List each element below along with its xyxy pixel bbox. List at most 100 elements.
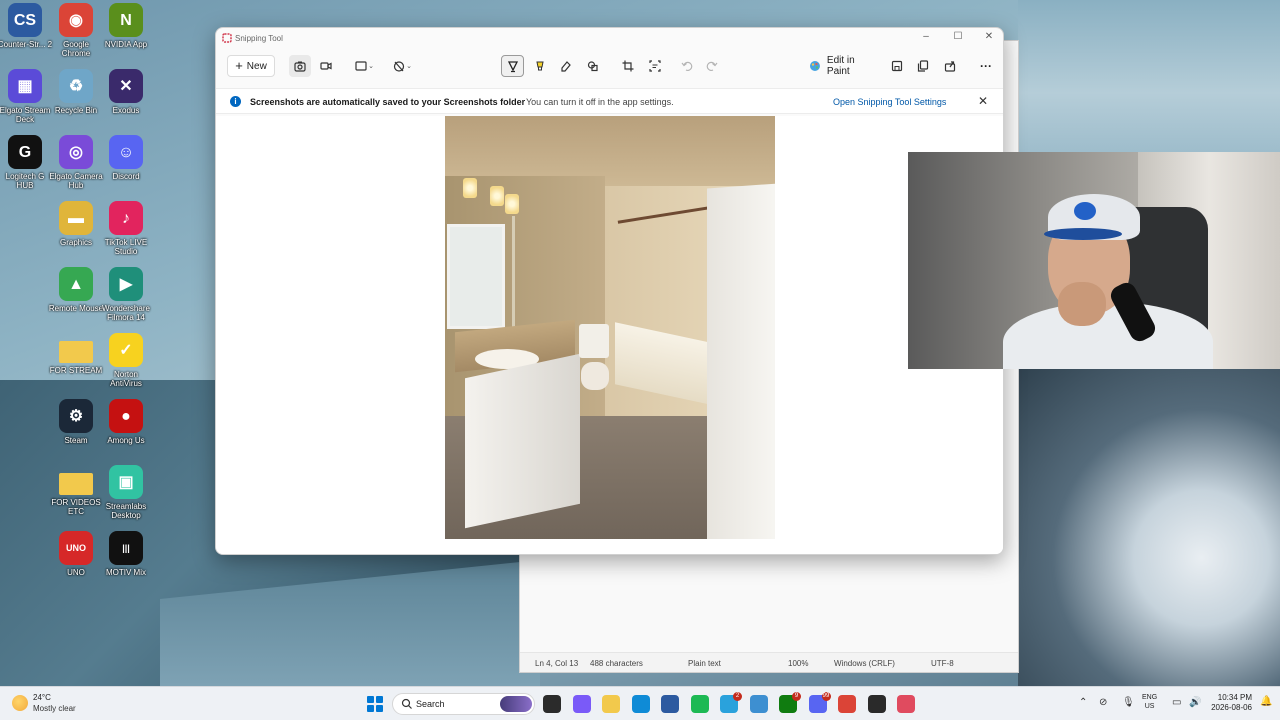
more-icon[interactable]: ···: [976, 55, 996, 77]
weather-temperature[interactable]: 24°C: [33, 693, 51, 702]
new-button-label: New: [246, 60, 267, 72]
notification-bell-icon[interactable]: 🔔: [1260, 696, 1272, 707]
show-hidden-icons[interactable]: ⌃: [1079, 697, 1087, 708]
desktop-icon-wondershare-filmora[interactable]: ▶ Wondershare Filmora 14: [98, 267, 154, 322]
status-position: Ln 4, Col 13: [535, 659, 579, 668]
desktop-icon-discord[interactable]: ☺ Discord: [98, 135, 154, 181]
weather-description[interactable]: Mostly clear: [33, 704, 76, 713]
edge-icon[interactable]: [631, 695, 650, 713]
info-close-icon[interactable]: ✕: [978, 94, 988, 108]
desktop-icon-label: Logitech G HUB: [5, 172, 45, 190]
desktop-icon-remote-mouse[interactable]: ▲ Remote Mouse: [48, 267, 104, 313]
desktop-icon-folder-for-stream[interactable]: FOR STREAM: [48, 333, 104, 375]
maximize-icon[interactable]: ☐: [950, 31, 966, 42]
desktop-icon-recycle-bin[interactable]: ♻ Recycle Bin: [48, 69, 104, 115]
desktop-icon-label: Among Us: [107, 436, 145, 445]
text-actions-icon[interactable]: [644, 55, 666, 77]
desktop-icon-among-us[interactable]: ● Among Us: [98, 399, 154, 445]
desktop-icon-norton-antivirus[interactable]: ✓ Norton AntiVirus: [98, 333, 154, 388]
language-indicator[interactable]: ENG US: [1142, 693, 1157, 711]
desktop-icon-recycle-bin-icon: ♻: [59, 69, 93, 103]
screenshot-canvas[interactable]: [216, 116, 1003, 554]
weather-icon[interactable]: [12, 695, 28, 711]
status-zoom[interactable]: 100%: [788, 659, 808, 668]
telegram-icon[interactable]: 2: [720, 692, 742, 713]
desktop-icon-label: TikTok LIVE Studio: [104, 238, 148, 256]
desktop-icon-graphics[interactable]: ▬ Graphics: [48, 201, 104, 247]
snip-shape-icon[interactable]: ⌄: [350, 55, 378, 77]
chrome-taskbar-icon[interactable]: [838, 695, 856, 713]
desktop-icon-exodus[interactable]: ✕ Exodus: [98, 69, 154, 115]
counter-strike-taskbar-icon[interactable]: [661, 695, 679, 713]
video-mode-icon[interactable]: [315, 55, 337, 77]
file-explorer-icon[interactable]: [602, 695, 620, 713]
highlighter-icon[interactable]: [529, 55, 551, 77]
desktop-icon-motiv-mix[interactable]: ||| MOTIV Mix: [98, 531, 154, 577]
discord-taskbar-icon[interactable]: 99: [808, 692, 831, 713]
delay-timer-icon[interactable]: ⌄: [388, 55, 416, 77]
desktop-icon-elgato-camera-hub[interactable]: ◎ Elgato Camera Hub: [48, 135, 104, 190]
desktop-icon-graphics-icon: ▬: [59, 201, 93, 235]
copilot-icon[interactable]: [572, 695, 591, 713]
desktop-icon-label: FOR STREAM: [49, 366, 103, 375]
status-line-endings: Windows (CRLF): [834, 659, 895, 668]
desktop-icon-label: Elgato Stream Deck: [0, 106, 51, 124]
desktop-icon-elgato-stream-deck-icon: ▦: [8, 69, 42, 103]
task-view-icon[interactable]: [543, 695, 561, 713]
snipping-tool-taskbar-icon[interactable]: [897, 695, 915, 713]
language-line2: US: [1144, 703, 1155, 710]
eraser-icon[interactable]: [555, 55, 577, 77]
desktop-icon-counter-strike-2[interactable]: CS Counter-Str... 2: [0, 3, 53, 49]
xbox-icon[interactable]: 9: [779, 692, 801, 713]
desktop-icon-uno[interactable]: UNO UNO: [48, 531, 104, 577]
snipping-tool-window[interactable]: Snipping Tool – ☐ ✕ + New ⌄ ⌄ Edit in Pa…: [215, 27, 1004, 555]
desktop-icon-tiktok-live-studio[interactable]: ♪ TikTok LIVE Studio: [98, 201, 154, 256]
desktop-icon-steam[interactable]: ⚙ Steam: [48, 399, 104, 445]
microphone-icon[interactable]: 🎙: [1122, 697, 1135, 708]
telegram-badge: 2: [733, 692, 742, 701]
obs-icon[interactable]: [867, 695, 886, 713]
close-icon[interactable]: ✕: [981, 31, 997, 42]
display-icon[interactable]: ▭: [1172, 697, 1181, 708]
info-message: Screenshots are automatically saved to y…: [250, 97, 526, 107]
desktop-icon-streamlabs-desktop[interactable]: ▣ Streamlabs Desktop: [98, 465, 154, 520]
taskbar-search[interactable]: Search: [392, 693, 535, 715]
desktop-icon-logitech-g-hub-icon: G: [8, 135, 42, 169]
status-characters: 488 characters: [590, 659, 643, 668]
redo-icon[interactable]: [702, 55, 722, 77]
spotify-icon[interactable]: [690, 695, 709, 713]
screenshot-mode-icon[interactable]: [289, 55, 311, 77]
desktop-icon-nvidia-app[interactable]: N NVIDIA App: [98, 3, 154, 49]
new-button[interactable]: + New: [227, 55, 275, 77]
webcam-overlay: [908, 152, 1280, 369]
status-encoding: UTF-8: [931, 659, 954, 668]
share-icon[interactable]: [940, 55, 960, 77]
desktop-icon-norton-antivirus-icon: ✓: [109, 333, 143, 367]
window-title: Snipping Tool: [235, 34, 283, 43]
pen-icon[interactable]: [501, 55, 524, 77]
save-icon[interactable]: [887, 55, 907, 77]
wallpaper-rocks: [1018, 360, 1280, 690]
desktop-icon-counter-strike-2-icon: CS: [8, 3, 42, 37]
edit-in-paint-button[interactable]: Edit in Paint: [808, 55, 880, 77]
start-icon[interactable]: [367, 696, 383, 712]
undo-icon[interactable]: [677, 55, 697, 77]
desktop-icon-google-chrome[interactable]: ◉ Google Chrome: [48, 3, 104, 58]
minimize-icon[interactable]: –: [918, 31, 934, 42]
desktop-icon-folder-for-videos[interactable]: FOR VIDEOS ETC: [48, 465, 104, 516]
desktop-icon-elgato-stream-deck[interactable]: ▦ Elgato Stream Deck: [0, 69, 53, 124]
desktop-icon-logitech-g-hub[interactable]: G Logitech G HUB: [0, 135, 53, 190]
plus-icon: +: [235, 58, 243, 73]
notepad-icon[interactable]: [749, 695, 768, 713]
title-bar[interactable]: Snipping Tool – ☐ ✕: [216, 28, 1003, 48]
speaker-icon[interactable]: 🔊: [1189, 697, 1201, 708]
copy-icon[interactable]: [913, 55, 933, 77]
shapes-icon[interactable]: [582, 55, 604, 77]
chevron-down-icon: ⌄: [368, 63, 374, 70]
crop-icon[interactable]: [617, 55, 639, 77]
clock[interactable]: 10:34 PM 2026-08-06: [1210, 693, 1252, 713]
open-settings-link[interactable]: Open Snipping Tool Settings: [833, 97, 946, 107]
desktop-icon-label: Elgato Camera Hub: [49, 172, 103, 190]
search-placeholder: Search: [416, 699, 445, 709]
network-off-icon[interactable]: ⊘: [1099, 697, 1107, 708]
